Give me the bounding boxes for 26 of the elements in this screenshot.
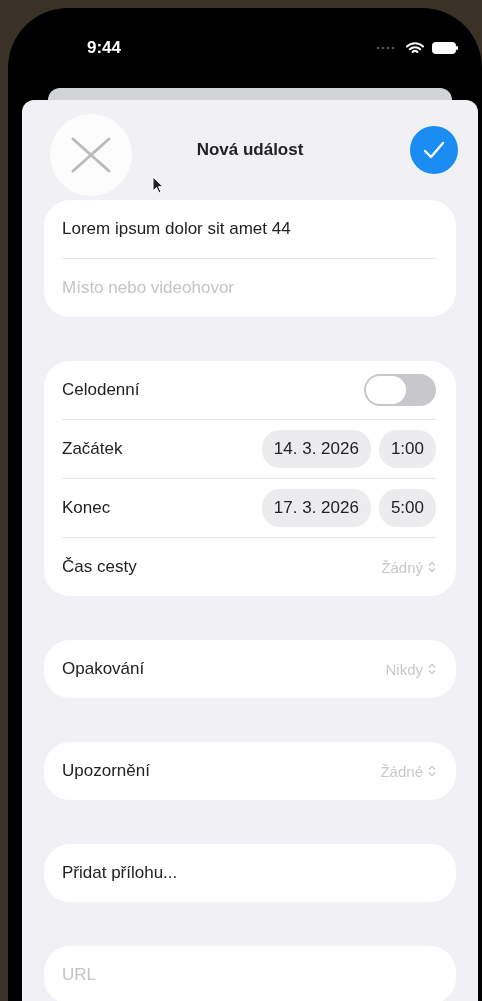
event-title-field[interactable]: Lorem ipsum dolor sit amet 44 — [62, 219, 291, 239]
alert-label: Upozornění — [62, 761, 150, 781]
start-label: Začátek — [62, 439, 123, 459]
start-time-button[interactable]: 1:00 — [378, 430, 436, 468]
up-down-chevron-icon — [428, 561, 436, 573]
wifi-icon — [406, 41, 424, 55]
url-field[interactable]: URL — [44, 946, 456, 1001]
start-date-button[interactable]: 14. 3. 2026 — [261, 430, 371, 468]
battery-icon — [432, 42, 458, 54]
location-field[interactable]: Místo nebo videohovor — [62, 278, 436, 298]
checkmark-icon — [423, 141, 445, 159]
all-day-label: Celodenní — [62, 380, 140, 400]
end-label: Konec — [62, 498, 111, 518]
screen-title: Nová událost — [196, 140, 304, 160]
add-attachment-link[interactable]: Přidat přílohu... — [62, 863, 178, 883]
end-time-button[interactable]: 5:00 — [378, 489, 436, 527]
up-down-chevron-icon — [428, 765, 436, 777]
end-date-button[interactable]: 17. 3. 2026 — [261, 489, 371, 527]
close-icon — [69, 135, 113, 175]
status-time: 9:44 — [87, 38, 122, 58]
repeat-label: Opakování — [62, 659, 145, 679]
mouse-cursor-icon — [152, 176, 164, 194]
done-button[interactable] — [410, 126, 458, 174]
travel-time-label: Čas cesty — [62, 557, 137, 577]
up-down-chevron-icon — [428, 663, 436, 675]
all-day-toggle[interactable] — [364, 374, 436, 406]
